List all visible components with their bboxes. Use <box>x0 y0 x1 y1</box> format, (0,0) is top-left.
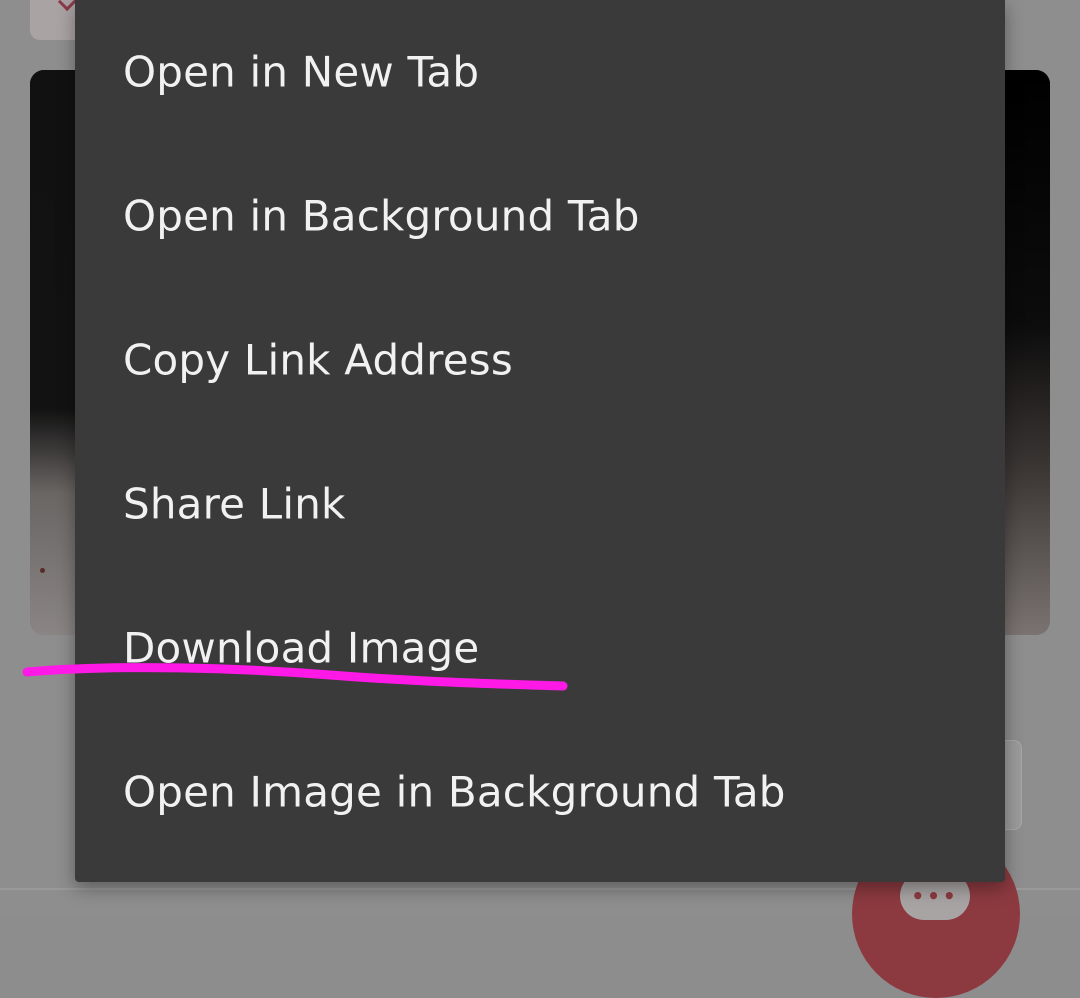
menu-item-open-in-new-tab[interactable]: Open in New Tab <box>75 0 1005 144</box>
chat-dots: ••• <box>911 884 959 908</box>
photo-detail <box>40 568 45 573</box>
menu-item-share-link[interactable]: Share Link <box>75 432 1005 576</box>
menu-item-label: Open in Background Tab <box>123 191 640 241</box>
menu-item-open-in-background-tab[interactable]: Open in Background Tab <box>75 144 1005 288</box>
menu-item-label: Open in New Tab <box>123 47 480 97</box>
menu-item-copy-link-address[interactable]: Copy Link Address <box>75 288 1005 432</box>
menu-item-label: Share Link <box>123 479 346 529</box>
menu-item-label: Download Image <box>123 623 480 673</box>
menu-item-open-image-in-background-tab[interactable]: Open Image in Background Tab <box>75 720 1005 864</box>
menu-item-label: Open Image in Background Tab <box>123 767 786 817</box>
photo-right-edge <box>1005 70 1050 635</box>
context-menu: Open in New Tab Open in Background Tab C… <box>75 0 1005 882</box>
menu-item-label: Copy Link Address <box>123 335 513 385</box>
photo-left-edge <box>30 70 75 635</box>
menu-item-download-image[interactable]: Download Image <box>75 576 1005 720</box>
